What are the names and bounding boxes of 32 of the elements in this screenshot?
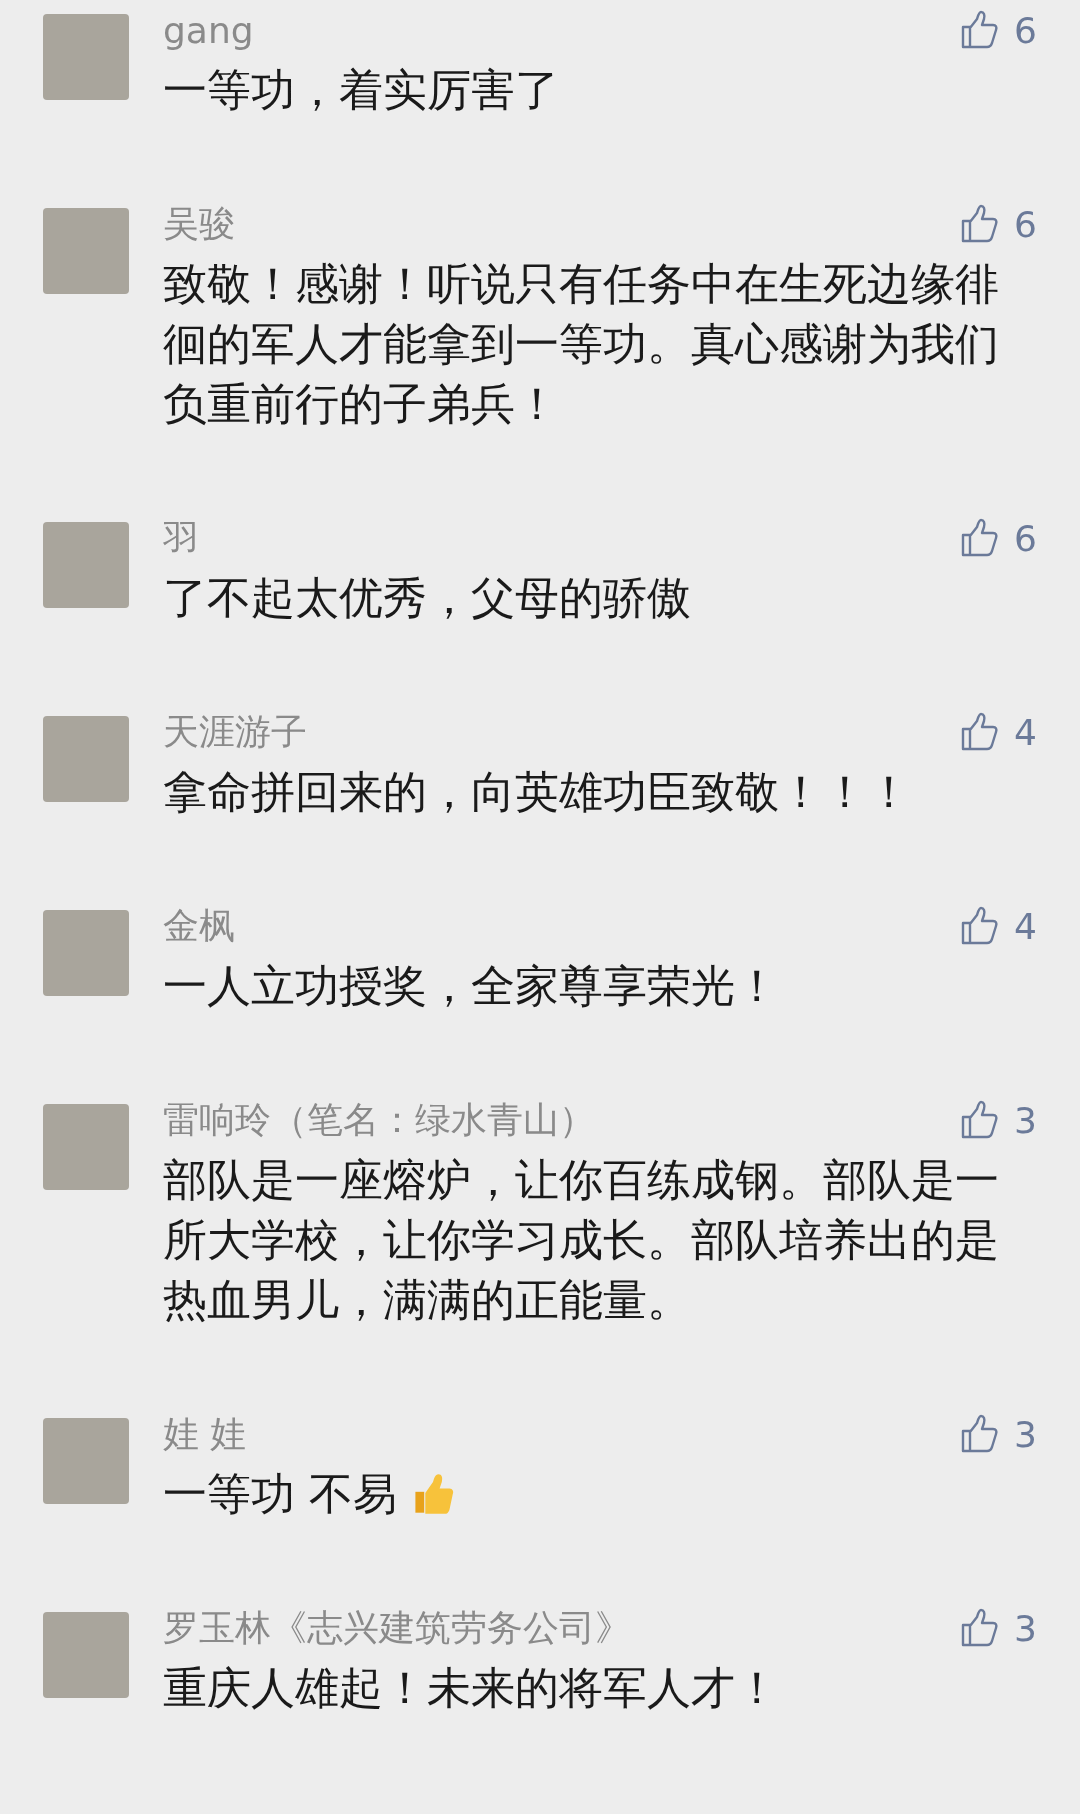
commenter-name: 娃 娃 [163, 1411, 248, 1456]
commenter-name: 天涯游子 [163, 709, 308, 754]
like-button[interactable]: 3 [960, 1607, 1037, 1649]
avatar-photo[interactable] [43, 716, 129, 802]
like-button[interactable]: 6 [960, 517, 1037, 559]
like-button[interactable]: 3 [960, 1099, 1037, 1141]
comment-text: 了不起太优秀，父母的骄傲 [163, 571, 692, 625]
comment-text: 一人立功授奖，全家尊享荣光！ [163, 959, 780, 1013]
avatar-photo[interactable] [43, 522, 129, 608]
commenter-name: 金枫 [163, 903, 236, 948]
comment-text: 一等功 不易 [163, 1467, 397, 1521]
avatar-photo[interactable] [43, 910, 129, 996]
commenter-name: 雷响玲（笔名：绿水青山） [163, 1097, 596, 1142]
like-button[interactable]: 4 [960, 905, 1037, 947]
commenter-name: 羽 [163, 515, 200, 560]
like-button[interactable]: 6 [960, 9, 1037, 51]
avatar-photo[interactable] [43, 208, 129, 294]
comment-text: 部队是一座熔炉，让你百练成钢。部队是一所大学校，让你学习成长。部队培养出的是热血男儿，满满的正能量。 [163, 1153, 1000, 1327]
avatar-photo[interactable] [43, 1104, 129, 1190]
commenter-name: gang [163, 9, 255, 51]
avatar-photo[interactable] [43, 14, 129, 100]
commenter-name: 吴骏 [163, 201, 236, 246]
like-button[interactable]: 3 [960, 1413, 1037, 1455]
comment-text: 一等功，着实厉害了 [163, 63, 560, 117]
comment-text: 拿命拼回来的，向英雄功臣致敬！！！ [163, 765, 912, 819]
comment-text: 致敬！感谢！听说只有任务中在生死边缘徘徊的军人才能拿到一等功。真心感谢为我们负重前行的子弟兵！ [163, 257, 1000, 431]
like-button[interactable]: 6 [960, 203, 1037, 245]
like-button[interactable]: 4 [960, 711, 1037, 753]
commenter-name: 罗玉林《志兴建筑劳务公司》 [163, 1605, 632, 1650]
comment-text: 重庆人雄起！未来的将军人才！ [163, 1661, 780, 1715]
avatar-photo[interactable] [43, 1612, 129, 1698]
avatar-photo[interactable] [43, 1418, 129, 1504]
